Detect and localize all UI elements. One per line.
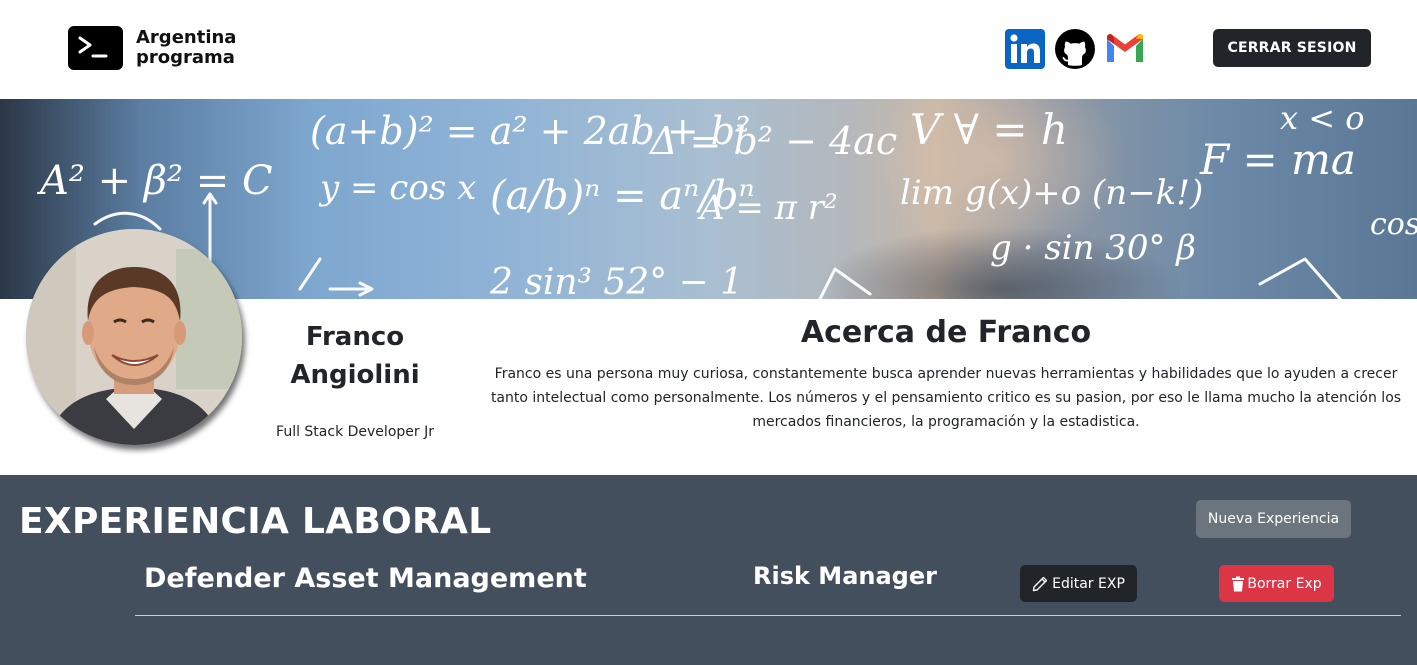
top-navbar: Argentina programa CERRAR SESION: [0, 0, 1417, 99]
profile-last-name: Angiolini: [290, 360, 420, 390]
brand-line-2: programa: [136, 47, 235, 68]
profile-role: Full Stack Developer Jr: [276, 424, 434, 440]
formula-area: A = π r²: [697, 188, 838, 228]
github-icon[interactable]: [1055, 29, 1095, 69]
trash-icon: [1232, 576, 1245, 591]
terminal-logo-icon: [68, 26, 123, 70]
experience-title: EXPERIENCIA LABORAL: [19, 501, 492, 542]
delete-experience-button[interactable]: Borrar Exp: [1219, 565, 1334, 602]
formula-xlt: x < o: [1280, 99, 1364, 137]
profile-first-name: Franco: [305, 322, 405, 352]
social-links: [1005, 29, 1145, 69]
experience-section: EXPERIENCIA LABORAL Nueva Experiencia De…: [0, 475, 1417, 665]
new-experience-button[interactable]: Nueva Experiencia: [1196, 500, 1351, 538]
gmail-icon[interactable]: [1105, 29, 1145, 69]
about-text: Franco es una persona muy curiosa, const…: [490, 366, 1402, 430]
formula-cos-edge: cos: [1370, 207, 1417, 242]
profile-avatar: [26, 229, 242, 445]
formula-delta: Δ = b² − 4ac: [648, 119, 897, 163]
edit-experience-button[interactable]: Editar EXP: [1020, 565, 1137, 602]
formula-cos: y = cos x: [318, 168, 476, 208]
linkedin-icon[interactable]: [1005, 29, 1045, 69]
formula-sin: 2 sin³ 52° − 1: [489, 262, 743, 299]
about-title: Acerca de Franco: [800, 315, 1092, 350]
brand[interactable]: Argentina programa: [68, 26, 236, 70]
profile-name: Franco Angiolini: [265, 318, 445, 394]
formula-v: V ∀ = h: [910, 105, 1068, 154]
brand-text: Argentina programa: [136, 28, 236, 68]
formula-gsin: g · sin 30° β: [990, 228, 1196, 268]
formula-a2b2: A² + β² = C: [36, 158, 273, 204]
logout-button[interactable]: CERRAR SESION: [1213, 29, 1371, 67]
edit-experience-label: Editar EXP: [1052, 575, 1125, 592]
experience-position: Risk Manager: [753, 562, 937, 590]
experience-company: Defender Asset Management: [144, 563, 587, 594]
formula-limit: lim g(x)+o (n−k!): [900, 173, 1203, 213]
brand-line-1: Argentina: [136, 27, 237, 48]
delete-experience-label: Borrar Exp: [1247, 575, 1322, 592]
formula-force: F = ma: [1199, 135, 1356, 184]
experience-divider: [135, 615, 1401, 616]
pencil-icon: [1032, 576, 1048, 591]
